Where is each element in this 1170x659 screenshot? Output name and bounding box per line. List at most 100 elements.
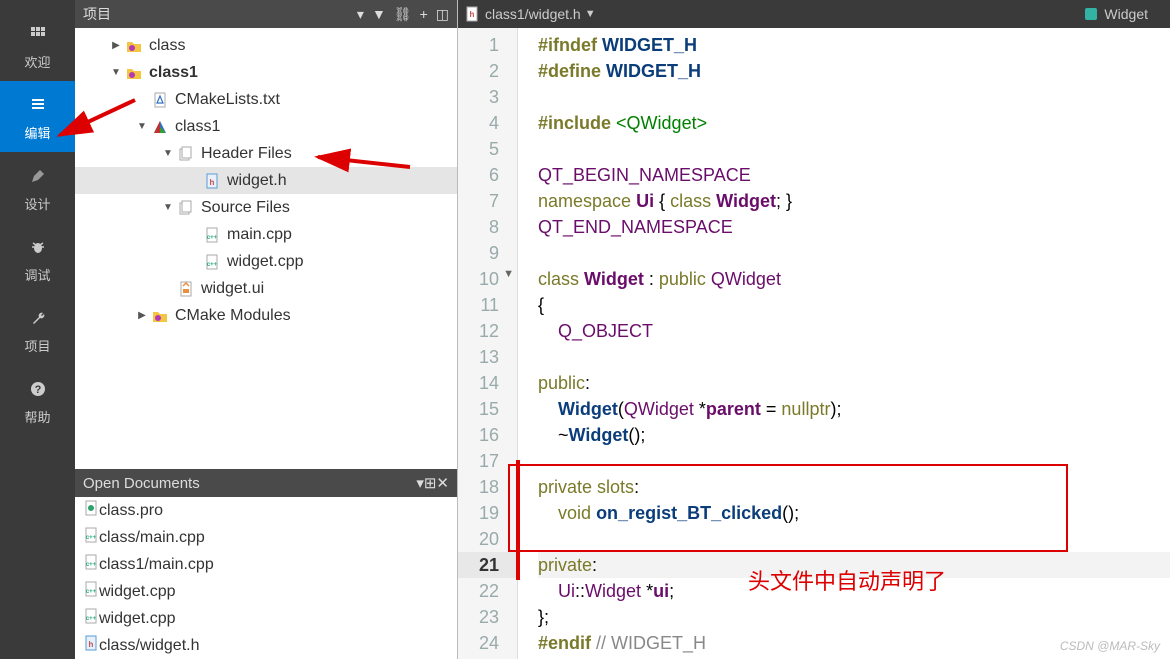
mode-sidebar: 欢迎 编辑 设计 调试 项目 ? 帮助: [0, 0, 75, 659]
annotation-box: [508, 464, 1068, 552]
tree-item[interactable]: c++main.cpp: [75, 221, 457, 248]
pencil-icon: [24, 162, 52, 190]
twist-icon[interactable]: ▶: [109, 39, 123, 53]
twist-icon[interactable]: [187, 174, 201, 188]
code-line[interactable]: [538, 240, 1170, 266]
grid-icon: [24, 20, 52, 48]
split-icon[interactable]: ◫: [436, 6, 449, 23]
editor-tabbar: h class1/widget.h ▼ Widget: [458, 0, 1170, 28]
close-icon[interactable]: ✕: [436, 474, 449, 492]
code-line[interactable]: ~Widget();: [538, 422, 1170, 448]
twist-icon[interactable]: ▶: [135, 309, 149, 323]
svg-text:c++: c++: [86, 616, 97, 622]
twist-icon[interactable]: [187, 228, 201, 242]
folder-gear-icon: [151, 307, 169, 325]
tree-label: class: [149, 37, 185, 55]
add-icon[interactable]: +: [420, 6, 428, 22]
project-column: 项目 ▾ ▼ ⛓ + ◫ ▶ class ▼ class1 CMakeLists.txt…: [75, 0, 458, 659]
code-line[interactable]: {: [538, 292, 1170, 318]
dropdown-icon[interactable]: ▾: [357, 6, 364, 23]
mode-label: 帮助: [24, 407, 50, 426]
tree-item[interactable]: ▶CMake Modules: [75, 302, 457, 329]
twist-icon[interactable]: [187, 255, 201, 269]
project-tree[interactable]: ▶class▼class1CMakeLists.txt▼class1▼Heade…: [75, 28, 457, 469]
tree-label: Header Files: [201, 145, 292, 163]
mode-welcome[interactable]: 欢迎: [0, 10, 75, 81]
cpp-file-icon: c++: [203, 253, 221, 271]
code-line[interactable]: [538, 344, 1170, 370]
split-icon[interactable]: ⊞: [424, 474, 437, 492]
chevron-down-icon[interactable]: ▼: [585, 8, 596, 20]
mode-help[interactable]: ? 帮助: [0, 365, 75, 436]
code-line[interactable]: };: [538, 604, 1170, 630]
h-file-icon: h: [83, 635, 99, 656]
link-icon[interactable]: ⛓: [394, 6, 412, 23]
open-documents-list[interactable]: class.proc++class/main.cppc++class1/main…: [75, 497, 457, 659]
opendoc-item[interactable]: c++class1/main.cpp: [75, 551, 457, 578]
twist-icon[interactable]: ▼: [135, 120, 149, 134]
svg-text:h: h: [470, 10, 475, 19]
file-tab[interactable]: h class1/widget.h ▼: [464, 6, 596, 22]
svg-text:c++: c++: [207, 235, 218, 241]
opendoc-label: class/main.cpp: [99, 529, 205, 547]
code-line[interactable]: Q_OBJECT: [538, 318, 1170, 344]
twist-icon[interactable]: ▼: [109, 66, 123, 80]
code-line[interactable]: [538, 136, 1170, 162]
code-line[interactable]: namespace Ui { class Widget; }: [538, 188, 1170, 214]
bug-icon: [24, 233, 52, 261]
help-icon: ?: [24, 375, 52, 403]
mode-debug[interactable]: 调试: [0, 223, 75, 294]
code-line[interactable]: #define WIDGET_H: [538, 58, 1170, 84]
code-line[interactable]: [538, 84, 1170, 110]
twist-icon[interactable]: [161, 282, 175, 296]
code-line[interactable]: public:: [538, 370, 1170, 396]
opendoc-label: class1/main.cpp: [99, 556, 214, 574]
cmake-tri-icon: [151, 118, 169, 136]
tree-item[interactable]: ▼ Header Files: [75, 140, 457, 167]
tree-item[interactable]: widget.ui: [75, 275, 457, 302]
code-line[interactable]: class Widget : public QWidget: [538, 266, 1170, 292]
opendoc-label: widget.cpp: [99, 610, 176, 628]
folder-pages-icon: [177, 199, 195, 217]
twist-icon[interactable]: ▼: [161, 147, 175, 161]
tree-item[interactable]: ▼Source Files: [75, 194, 457, 221]
mode-label: 欢迎: [24, 52, 50, 71]
tree-item[interactable]: c++widget.cpp: [75, 248, 457, 275]
twist-icon[interactable]: ▼: [161, 201, 175, 215]
tree-label: widget.ui: [201, 280, 264, 298]
mode-design[interactable]: 设计: [0, 152, 75, 223]
svg-text:h: h: [210, 178, 215, 187]
tree-label: class1: [149, 64, 198, 82]
folder-pages-icon: [177, 145, 195, 163]
dropdown-icon[interactable]: ▾: [416, 474, 424, 492]
mode-edit[interactable]: 编辑: [0, 81, 75, 152]
line-gutter: 123456789▼101112131415161718192021222324: [458, 28, 518, 659]
tree-item[interactable]: ▼ class1: [75, 59, 457, 86]
folder-gear-icon: [125, 37, 143, 55]
opendoc-item[interactable]: c++class/main.cpp: [75, 524, 457, 551]
opendoc-item[interactable]: c++widget.cpp: [75, 605, 457, 632]
code-line[interactable]: #include <QWidget>: [538, 110, 1170, 136]
opendoc-item[interactable]: class.pro: [75, 497, 457, 524]
opendoc-label: class/widget.h: [99, 637, 200, 655]
opendoc-label: widget.cpp: [99, 583, 176, 601]
code-line[interactable]: QT_BEGIN_NAMESPACE: [538, 162, 1170, 188]
tree-item[interactable]: CMakeLists.txt: [75, 86, 457, 113]
opendoc-item[interactable]: hclass/widget.h: [75, 632, 457, 659]
opendocs-header: Open Documents ▾ ⊞ ✕: [75, 469, 457, 497]
code-content[interactable]: 头文件中自动声明了 #ifndef WIDGET_H#define WIDGET…: [518, 28, 1170, 659]
twist-icon[interactable]: [135, 93, 149, 107]
opendoc-item[interactable]: c++widget.cpp: [75, 578, 457, 605]
mode-projects[interactable]: 项目: [0, 294, 75, 365]
code-editor[interactable]: 123456789▼101112131415161718192021222324…: [458, 28, 1170, 659]
symbol-tab[interactable]: Widget: [1083, 6, 1148, 22]
filter-icon[interactable]: ▼: [372, 6, 386, 22]
tree-item[interactable]: ▼class1: [75, 113, 457, 140]
code-line[interactable]: QT_END_NAMESPACE: [538, 214, 1170, 240]
tree-item[interactable]: hwidget.h: [75, 167, 457, 194]
mode-label: 项目: [24, 336, 50, 355]
code-line[interactable]: #ifndef WIDGET_H: [538, 32, 1170, 58]
code-line[interactable]: Widget(QWidget *parent = nullptr);: [538, 396, 1170, 422]
tree-item[interactable]: ▶ class: [75, 32, 457, 59]
project-header: 项目 ▾ ▼ ⛓ + ◫: [75, 0, 457, 28]
